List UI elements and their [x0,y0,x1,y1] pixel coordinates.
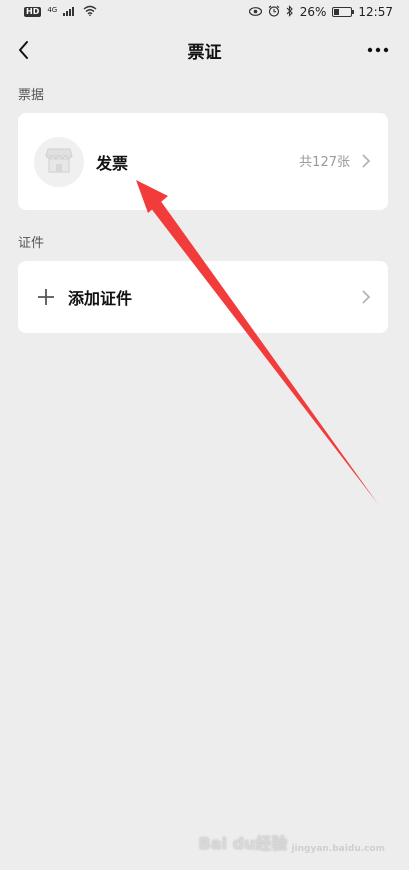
section-label-receipts: 票据 [18,88,45,103]
hd-badge: HD [24,7,42,17]
plus-icon [36,287,56,307]
more-dots-icon[interactable] [365,38,391,62]
invoice-item[interactable]: 发票 共127张 [18,113,388,210]
section-label-certificates: 证件 [18,236,45,251]
page-title: 票证 [187,42,222,63]
chevron-right-icon [360,153,372,169]
invoice-icon-circle [34,136,84,187]
bluetooth-icon [286,4,294,20]
invoice-count: 共127张 [299,155,350,170]
chevron-left-icon[interactable] [12,36,40,64]
chevron-right-icon [360,289,372,305]
status-time: 12:57 [358,5,393,19]
eye-icon [248,5,262,19]
wifi-icon [83,5,97,19]
add-certificate-label: 添加证件 [68,289,133,308]
baidu-watermark: Bai du经验 jingyan.baidu.com [199,830,385,854]
nav-bar: 票证 [0,24,409,76]
status-left: HD 4G [24,5,97,19]
network-badge: 4G [47,5,58,14]
status-right: 26% 12:57 [248,4,393,20]
battery-percent: 26% [299,5,327,19]
watermark-main: Bai du经验 [198,834,288,853]
watermark-sub: jingyan.baidu.com [291,844,385,854]
alarm-icon [268,5,280,20]
status-bar: HD 4G 26% 12:57 [0,0,409,24]
signal-icon [63,5,77,19]
invoice-label: 发票 [96,153,129,173]
storefront-icon [44,146,74,178]
battery-icon [332,7,355,17]
add-certificate-item[interactable]: 添加证件 [18,261,388,333]
